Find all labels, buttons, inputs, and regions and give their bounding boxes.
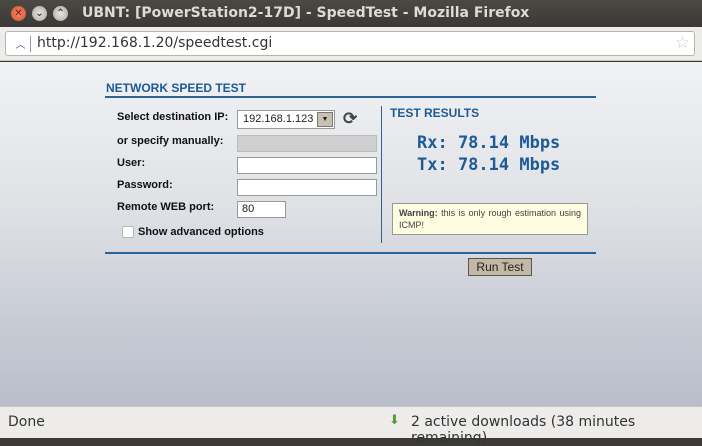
- dest-ip-value: 192.168.1.123: [243, 113, 314, 125]
- url-text[interactable]: http://192.168.1.20/speedtest.cgi: [37, 35, 272, 51]
- column-divider: [381, 106, 382, 243]
- tx-result: Tx: 78.14 Mbps: [417, 155, 561, 175]
- results-heading: TEST RESULTS: [390, 106, 480, 120]
- warning-box: Warning: this is only rough estimation u…: [392, 203, 588, 235]
- status-text: Done: [8, 414, 45, 430]
- footer-divider: [105, 252, 596, 254]
- port-input[interactable]: 80: [237, 201, 286, 218]
- url-bar[interactable]: ︿ http://192.168.1.20/speedtest.cgi ☆: [5, 31, 695, 56]
- status-bar: Done ⬇ 2 active downloads (38 minutes re…: [0, 406, 702, 446]
- site-favicon-icon: ︿: [11, 36, 31, 52]
- page-content: NETWORK SPEED TEST Select destination IP…: [0, 62, 702, 406]
- header-divider: [105, 96, 596, 98]
- bookmark-star-icon[interactable]: ☆: [675, 33, 690, 53]
- minimize-window-button[interactable]: ⌄: [32, 6, 47, 21]
- refresh-icon[interactable]: ⟳: [343, 109, 357, 129]
- page-title: NETWORK SPEED TEST: [106, 81, 247, 95]
- dest-ip-select[interactable]: 192.168.1.123 ▼: [237, 110, 335, 129]
- downloads-icon[interactable]: ⬇: [389, 413, 400, 428]
- manual-ip-label: or specify manually:: [117, 135, 224, 147]
- navigation-bar: ︿ http://192.168.1.20/speedtest.cgi ☆: [0, 27, 702, 61]
- window-title: UBNT: [PowerStation2-17D] - SpeedTest - …: [82, 5, 530, 21]
- run-test-button[interactable]: Run Test: [468, 258, 532, 276]
- close-window-button[interactable]: ✕: [11, 6, 26, 21]
- password-label: Password:: [117, 179, 173, 191]
- downloads-status[interactable]: 2 active downloads (38 minutes remaining…: [411, 414, 702, 446]
- advanced-options-checkbox[interactable]: [122, 226, 134, 238]
- advanced-options-label[interactable]: Show advanced options: [138, 226, 264, 238]
- title-bar: ✕ ⌄ ⌃ UBNT: [PowerStation2-17D] - SpeedT…: [0, 0, 702, 27]
- password-input[interactable]: [237, 179, 377, 196]
- maximize-window-button[interactable]: ⌃: [53, 6, 68, 21]
- chevron-down-icon: ▼: [317, 112, 333, 127]
- port-label: Remote WEB port:: [117, 201, 215, 213]
- user-label: User:: [117, 157, 146, 169]
- manual-ip-input[interactable]: [237, 135, 377, 152]
- dest-ip-label: Select destination IP:: [117, 111, 229, 123]
- rx-result: Rx: 78.14 Mbps: [417, 133, 561, 153]
- warning-label: Warning:: [399, 208, 438, 218]
- user-input[interactable]: [237, 157, 377, 174]
